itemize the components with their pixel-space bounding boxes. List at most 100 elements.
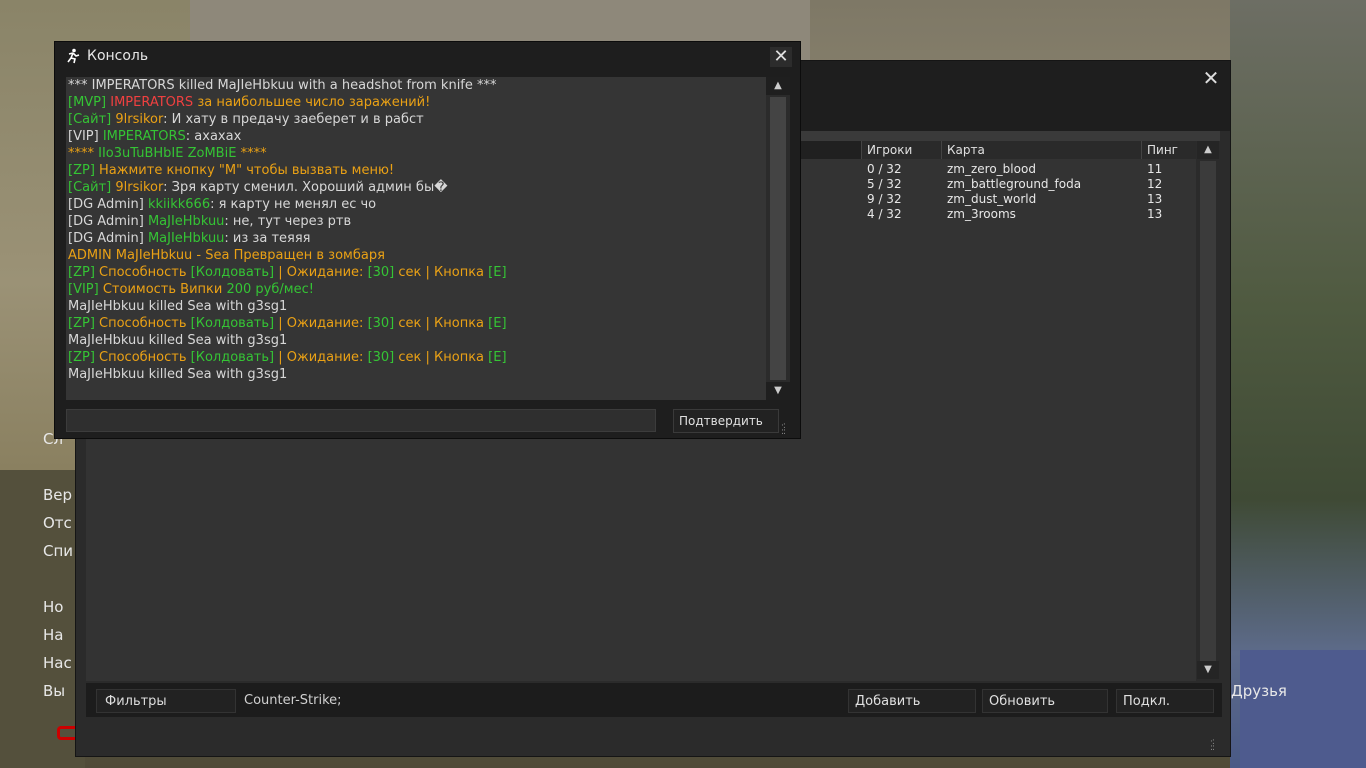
ping-cell: 13 [1147,192,1163,206]
console-line-segment: : я карту не менял ес чо [210,197,377,212]
console-line: MaJIeHbkuu killed Sea with g3sg1 [68,332,287,349]
console-line-segment: | Ожидание: [274,316,368,331]
players-cell: 9 / 32 [867,192,902,206]
console-line-segment: ADMIN MaJIeHbkuu - Sea Превращен в зомба… [68,248,385,263]
column-header-players[interactable]: Игроки [861,141,941,159]
console-line: [VIP] IMPERATORS: ахахах [68,128,241,145]
console-line-segment: [ZP] [68,350,100,365]
console-line-segment: [MVP] [68,95,111,110]
console-line-segment: [VIP] [68,129,103,144]
close-icon[interactable]: ✕ [1200,67,1222,89]
server-browser-toolbar: Фильтры Counter-Strike; Добавить Обновит… [86,683,1222,717]
main-menu-item[interactable]: Ha [43,626,63,644]
refresh-button[interactable]: Обновить [982,689,1108,713]
background-floor [1240,650,1366,768]
console-line: MaJIeHbkuu killed Sea with g3sg1 [68,298,287,315]
console-line-segment: [E] [488,316,507,331]
main-menu-item[interactable]: Ho [43,598,63,616]
console-line-segment: сек | Кнопка [394,350,489,365]
arrow-down-icon[interactable]: ▼ [766,382,790,400]
console-line-segment: [30] [367,265,395,280]
arrow-up-icon[interactable]: ▲ [766,77,790,95]
console-window: Консоль ✕ *** IMPERATORS killed MaJIeHbk… [54,41,801,439]
console-input[interactable] [66,409,656,432]
console-line-segment: Нажмите кнопку "M" чтобы вызвать меню! [99,163,395,178]
add-server-button[interactable]: Добавить [848,689,976,713]
console-line: MaJIeHbkuu killed Sea with g3sg1 [68,366,287,383]
console-line-segment: **** [68,146,99,161]
console-line-segment: : И хату в предачу заеберет и в рабст [163,112,424,127]
main-menu-item[interactable]: Отс [43,514,72,532]
submit-button[interactable]: Подтвердить [673,409,779,433]
console-line-segment: сек | Кнопка [394,265,489,280]
console-line: **** IIo3uTuBHbIE ZoMBiE **** [68,145,267,162]
console-line-segment: 9lrsikor [115,180,164,195]
console-line: [DG Admin] MaJIeHbkuu: не, тут через ртв [68,213,351,230]
connect-button[interactable]: Подкл. [1116,689,1214,713]
arrow-up-icon[interactable]: ▲ [1197,141,1219,159]
map-cell: zm_dust_world [947,192,1037,206]
console-line-segment: [Колдовать] [190,316,275,331]
resize-grip-icon[interactable]: ·::: [781,422,793,437]
console-line-segment: MaJIeHbkuu [147,231,225,246]
console-line-segment: [ZP] [68,316,100,331]
console-line-segment: IMPERATORS [102,129,186,144]
close-icon[interactable]: ✕ [770,47,792,67]
console-line-segment: Способность [99,265,191,280]
main-menu-item[interactable]: Вы [43,682,65,700]
console-line: [MVP] IMPERATORS за наибольшее число зар… [68,94,430,111]
console-line-segment: kkiikk666 [147,197,211,212]
console-line-segment: [Сайт] [68,112,116,127]
resize-grip-icon[interactable]: ·::: [1210,738,1222,753]
console-line-segment: [DG Admin] [68,214,148,229]
console-line: [ZP] Способность [Колдовать] | Ожидание:… [68,264,507,281]
console-line-segment: сек | Кнопка [394,316,489,331]
console-log: *** IMPERATORS killed MaJIeHbkuu with a … [66,77,766,400]
console-line-segment: **** [240,146,267,161]
server-list-scrollbar[interactable]: ▲ ▼ [1197,141,1219,681]
console-line-segment: [ZP] [68,265,100,280]
console-line-segment: Способность [99,350,191,365]
console-line-segment: : из за теяяя [224,231,311,246]
column-header-map[interactable]: Карта [941,141,1141,159]
console-line: [VIP] Стоимость Випки 200 руб/мес! [68,281,314,298]
main-menu-item[interactable]: Hac [43,654,72,672]
map-cell: zm_3rooms [947,207,1016,221]
console-line: [Сайт] 9lrsikor: Зря карту сменил. Хорош… [68,179,448,196]
console-line-segment: [30] [367,316,395,331]
map-cell: zm_zero_blood [947,162,1036,176]
console-scrollbar[interactable]: ▲ ▼ [766,77,790,400]
scrollbar-track[interactable] [770,97,786,380]
map-cell: zm_battleground_foda [947,177,1082,191]
console-line-segment: | Ожидание: [274,350,368,365]
cs-logo-icon [65,48,81,64]
main-menu-item[interactable]: Спи [43,542,73,560]
console-line-segment: : не, тут через ртв [224,214,352,229]
console-line-segment: 9lrsikor [115,112,164,127]
ping-cell: 11 [1147,162,1163,176]
console-line-segment: [E] [488,265,507,280]
main-menu-item[interactable]: Вер [43,486,72,504]
console-line-segment: Стоимость Випки [102,282,227,297]
console-line-segment: : Зря карту сменил. Хороший админ бы� [163,180,448,195]
console-line: [DG Admin] kkiikk666: я карту не менял е… [68,196,376,213]
console-line-segment: IIo3uTuBHbIE ZoMBiE [98,146,241,161]
friends-link[interactable]: Друзья [1231,682,1287,700]
console-line-segment: MaJIeHbkuu killed Sea with g3sg1 [68,299,288,314]
filter-summary: Counter-Strike; [244,693,342,708]
console-title: Консоль [87,48,149,64]
filters-button[interactable]: Фильтры [96,689,236,713]
console-line: ADMIN MaJIeHbkuu - Sea Превращен в зомба… [68,247,385,264]
console-line-segment: [Колдовать] [190,265,275,280]
console-line: [DG Admin] MaJIeHbkuu: из за теяяя [68,230,310,247]
ping-cell: 13 [1147,207,1163,221]
console-line: *** IMPERATORS killed MaJIeHbkuu with a … [68,77,497,94]
arrow-down-icon[interactable]: ▼ [1197,661,1219,679]
console-line-segment: MaJIeHbkuu killed Sea with g3sg1 [68,367,288,382]
console-line-segment: Способность [99,316,191,331]
ping-cell: 12 [1147,177,1163,191]
column-header-ping[interactable]: Пинг [1141,141,1196,159]
scrollbar-track[interactable] [1200,161,1216,661]
console-line-segment: [ZP] [68,163,100,178]
console-line-segment: : ахахах [185,129,242,144]
